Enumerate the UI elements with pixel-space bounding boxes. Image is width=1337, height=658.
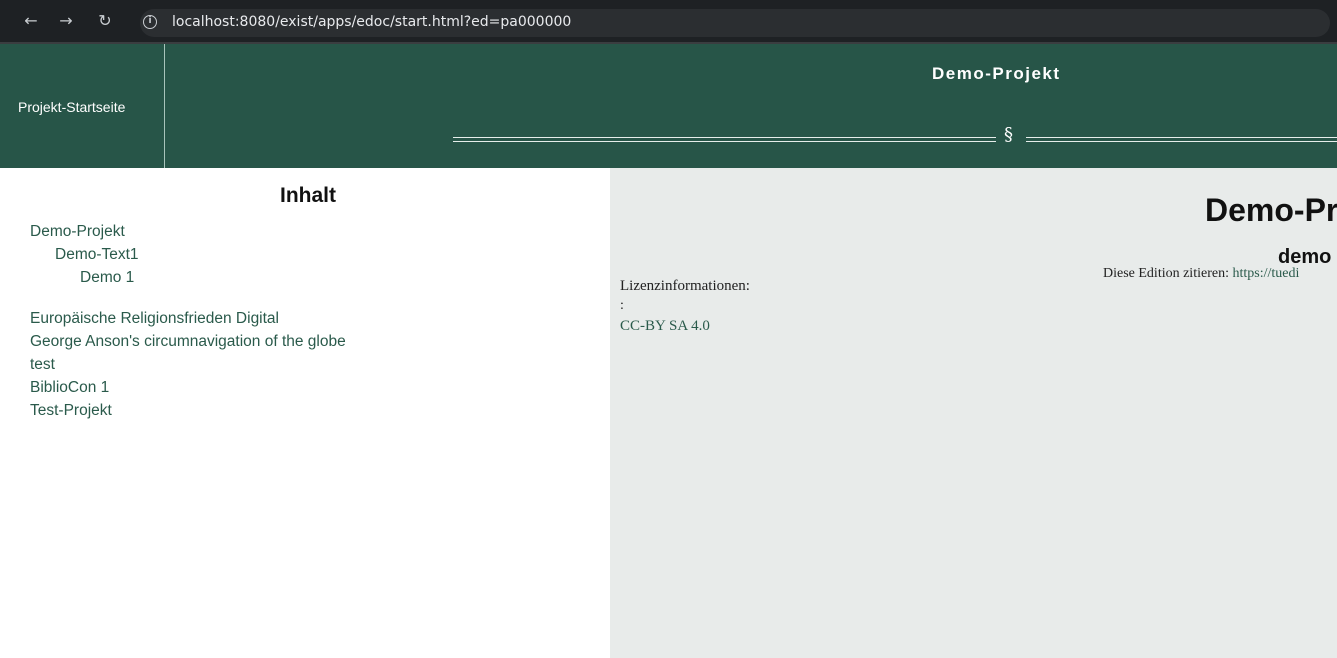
license-colon: : xyxy=(620,298,624,313)
project-title: Demo-Projekt xyxy=(932,64,1061,83)
toc-panel: Inhalt Demo-Projekt Demo-Text1 Demo 1 Eu… xyxy=(0,168,610,658)
browser-toolbar: ← → ↻ i localhost:8080/exist/apps/edoc/s… xyxy=(0,0,1337,44)
header-divider-right xyxy=(1026,137,1337,142)
license-link[interactable]: CC-BY SA 4.0 xyxy=(620,318,710,335)
url-text[interactable]: localhost:8080/exist/apps/edoc/start.htm… xyxy=(172,14,571,30)
toc-item-demo-1[interactable]: Demo 1 xyxy=(80,269,134,287)
toc-item-test-projekt[interactable]: Test-Projekt xyxy=(30,402,112,420)
arrow-left-icon[interactable]: ← xyxy=(18,8,44,34)
arrow-right-icon[interactable]: → xyxy=(53,8,79,34)
license-label: Lizenzinformationen: xyxy=(620,278,750,294)
site-header: Projekt-Startseite Demo-Projekt § xyxy=(0,44,1337,168)
toc-item-demo-projekt[interactable]: Demo-Projekt xyxy=(30,223,125,241)
edition-title: Demo-Pr xyxy=(1205,192,1337,228)
citation-label: Diese Edition zitieren: xyxy=(1103,266,1229,281)
header-divider-left xyxy=(453,137,996,142)
toc-item-bibliocon[interactable]: BiblioCon 1 xyxy=(30,379,109,397)
toc-item-religionsfrieden[interactable]: Europäische Religionsfrieden Digital xyxy=(30,310,279,328)
content-panel: Demo-Pr demo Diese Edition zitieren: htt… xyxy=(610,168,1337,658)
toc-item-demo-text1[interactable]: Demo-Text1 xyxy=(55,246,139,264)
reload-icon[interactable]: ↻ xyxy=(92,8,118,34)
project-home-link[interactable]: Projekt-Startseite xyxy=(0,44,165,168)
toc-heading: Inhalt xyxy=(280,184,336,207)
toc-item-anson[interactable]: George Anson's circumnavigation of the g… xyxy=(30,333,346,351)
toc-item-test[interactable]: test xyxy=(30,356,55,374)
info-icon[interactable]: i xyxy=(143,15,157,29)
citation-line: Diese Edition zitieren: https://tuedi xyxy=(1103,266,1299,282)
section-sign-icon: § xyxy=(1004,124,1013,145)
citation-link[interactable]: https://tuedi xyxy=(1232,266,1299,281)
